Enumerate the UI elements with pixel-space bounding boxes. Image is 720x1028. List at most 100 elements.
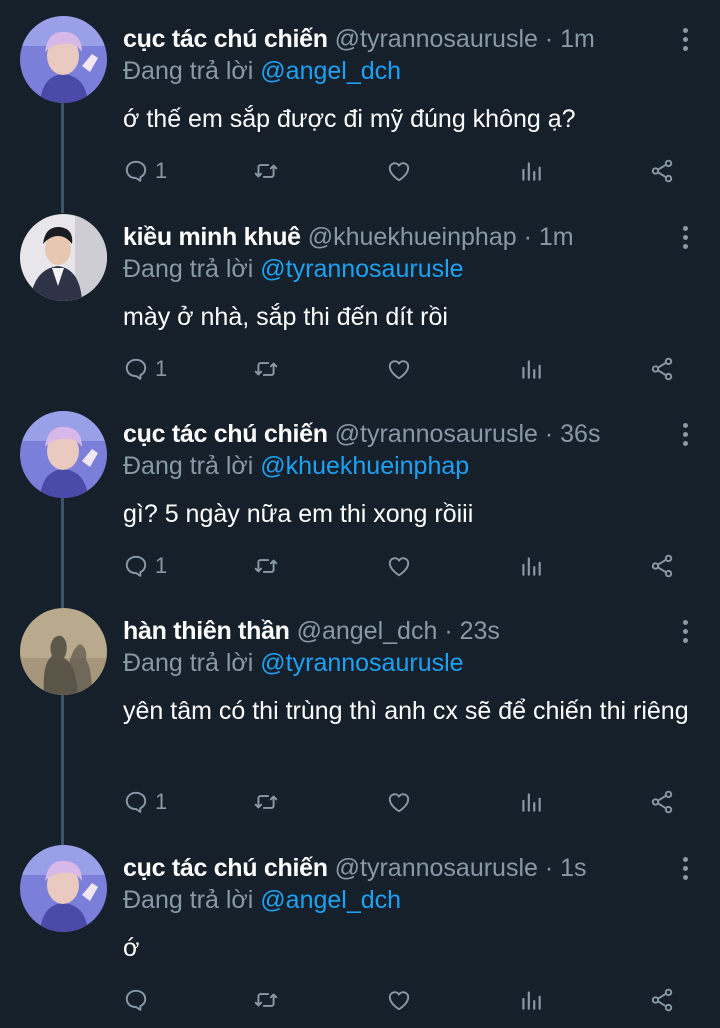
tweet-header: cục tác chú chiến @tyrannosaurusle · 1m xyxy=(123,22,660,56)
display-name[interactable]: cục tác chú chiến xyxy=(123,854,328,882)
tweet-actions: 1 xyxy=(123,353,683,385)
analytics-button[interactable] xyxy=(518,984,544,1016)
timestamp[interactable]: 1s xyxy=(560,854,586,882)
retweet-icon xyxy=(253,553,279,579)
share-button[interactable] xyxy=(649,984,675,1016)
mention-link[interactable]: @tyrannosaurusle xyxy=(260,649,463,677)
avatar[interactable] xyxy=(20,845,107,932)
avatar[interactable] xyxy=(20,16,107,103)
replying-to-label: Đang trả lời xyxy=(123,255,254,283)
reply-button[interactable]: 1 xyxy=(123,550,167,582)
retweet-icon xyxy=(253,356,279,382)
user-handle[interactable]: @khuekhueinphap xyxy=(308,223,517,251)
reply-icon xyxy=(123,987,149,1013)
reply-button[interactable]: 1 xyxy=(123,155,167,187)
replying-to: Đang trả lời @tyrannosaurusle xyxy=(123,646,464,680)
more-options-icon[interactable] xyxy=(680,226,690,250)
display-name[interactable]: kiều minh khuê xyxy=(123,223,301,251)
retweet-icon xyxy=(253,158,279,184)
separator-dot: · xyxy=(544,420,554,448)
mention-link[interactable]: @tyrannosaurusle xyxy=(260,255,463,283)
mention-link[interactable]: @angel_dch xyxy=(260,57,401,85)
tweet[interactable]: cục tác chú chiến @tyrannosaurusle · 1m … xyxy=(0,0,720,198)
timestamp[interactable]: 1m xyxy=(560,25,595,53)
reply-thread: cục tác chú chiến @tyrannosaurusle · 1m … xyxy=(0,0,720,1028)
analytics-button[interactable] xyxy=(518,786,544,818)
more-options-icon[interactable] xyxy=(680,620,690,644)
replying-to-label: Đang trả lời xyxy=(123,452,254,480)
mention-link[interactable]: @angel_dch xyxy=(260,886,401,914)
tweet[interactable]: kiều minh khuê @khuekhueinphap · 1m Đang… xyxy=(0,198,720,396)
analytics-button[interactable] xyxy=(518,550,544,582)
analytics-button[interactable] xyxy=(518,155,544,187)
display-name[interactable]: cục tác chú chiến xyxy=(123,25,328,53)
reply-button[interactable] xyxy=(123,984,155,1016)
analytics-icon xyxy=(518,789,544,815)
reply-button[interactable]: 1 xyxy=(123,786,167,818)
retweet-button[interactable] xyxy=(253,353,279,385)
like-button[interactable] xyxy=(386,155,412,187)
reply-count: 1 xyxy=(155,553,168,578)
retweet-button[interactable] xyxy=(253,155,279,187)
timestamp[interactable]: 23s xyxy=(460,617,500,645)
timestamp[interactable]: 1m xyxy=(539,223,574,251)
separator-dot: · xyxy=(544,854,554,882)
tweet[interactable]: cục tác chú chiến @tyrannosaurusle · 1s … xyxy=(0,829,720,1028)
retweet-button[interactable] xyxy=(253,984,279,1016)
share-button[interactable] xyxy=(649,155,675,187)
more-options-icon[interactable] xyxy=(680,423,690,447)
like-button[interactable] xyxy=(386,786,412,818)
share-button[interactable] xyxy=(649,786,675,818)
tweet-actions: 1 xyxy=(123,550,683,582)
reply-icon xyxy=(123,356,149,382)
reply-button[interactable]: 1 xyxy=(123,353,167,385)
share-button[interactable] xyxy=(649,353,675,385)
tweet-actions: 1 xyxy=(123,155,683,187)
reply-count: 1 xyxy=(155,789,168,814)
replying-to-label: Đang trả lời xyxy=(123,57,254,85)
analytics-icon xyxy=(518,553,544,579)
timestamp[interactable]: 36s xyxy=(560,420,600,448)
replying-to-label: Đang trả lời xyxy=(123,649,254,677)
avatar[interactable] xyxy=(20,608,107,695)
reply-icon xyxy=(123,553,149,579)
analytics-icon xyxy=(518,356,544,382)
user-handle[interactable]: @tyrannosaurusle xyxy=(335,25,538,53)
more-options-icon[interactable] xyxy=(680,857,690,881)
tweet-text: gì? 5 ngày nữa em thi xong rồiii xyxy=(123,500,474,528)
share-icon xyxy=(649,789,675,815)
analytics-button[interactable] xyxy=(518,353,544,385)
more-options-icon[interactable] xyxy=(680,28,690,52)
tweet-text: yên tâm có thi trùng thì anh cx sẽ để ch… xyxy=(123,697,689,725)
tweet-text: ớ thế em sắp được đi mỹ đúng không ạ? xyxy=(123,105,576,133)
share-icon xyxy=(649,158,675,184)
tweet[interactable]: cục tác chú chiến @tyrannosaurusle · 36s… xyxy=(0,395,720,593)
tweet-header: hàn thiên thần @angel_dch · 23s xyxy=(123,614,660,648)
replying-to: Đang trả lời @angel_dch xyxy=(123,54,401,88)
analytics-icon xyxy=(518,158,544,184)
user-handle[interactable]: @tyrannosaurusle xyxy=(335,420,538,448)
retweet-button[interactable] xyxy=(253,786,279,818)
like-button[interactable] xyxy=(386,353,412,385)
reply-icon xyxy=(123,789,149,815)
user-handle[interactable]: @tyrannosaurusle xyxy=(335,854,538,882)
tweet-header: kiều minh khuê @khuekhueinphap · 1m xyxy=(123,220,660,254)
share-button[interactable] xyxy=(649,550,675,582)
user-handle[interactable]: @angel_dch xyxy=(297,617,438,645)
replying-to: Đang trả lời @tyrannosaurusle xyxy=(123,252,464,286)
like-icon xyxy=(386,356,412,382)
like-button[interactable] xyxy=(386,550,412,582)
like-icon xyxy=(386,553,412,579)
tweet[interactable]: hàn thiên thần @angel_dch · 23s Đang trả… xyxy=(0,592,720,828)
like-button[interactable] xyxy=(386,984,412,1016)
reply-count: 1 xyxy=(155,158,168,183)
avatar[interactable] xyxy=(20,411,107,498)
mention-link[interactable]: @khuekhueinphap xyxy=(260,452,469,480)
retweet-button[interactable] xyxy=(253,550,279,582)
avatar[interactable] xyxy=(20,214,107,301)
share-icon xyxy=(649,553,675,579)
reply-count: 1 xyxy=(155,356,168,381)
display-name[interactable]: hàn thiên thần xyxy=(123,617,290,645)
separator-dot: · xyxy=(444,617,453,645)
display-name[interactable]: cục tác chú chiến xyxy=(123,420,328,448)
